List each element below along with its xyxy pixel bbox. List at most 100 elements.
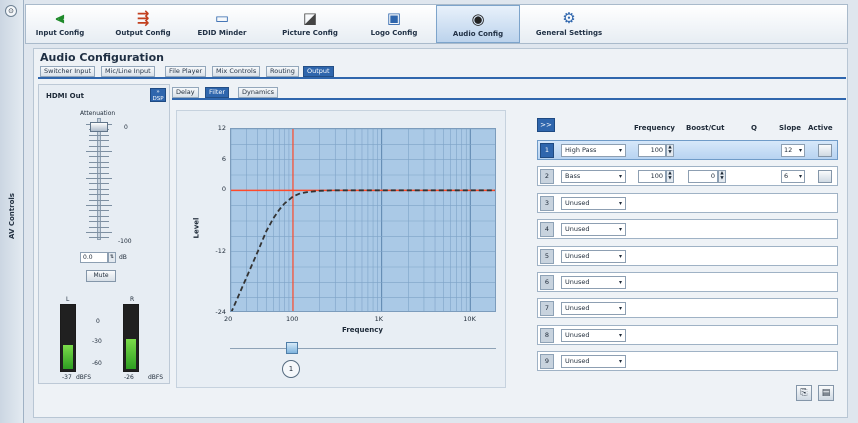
dropdown-arrow-icon: ▾ [618, 358, 622, 366]
band-type-select[interactable]: Bass ▾ [561, 170, 626, 184]
band-type-value: Unused [565, 357, 590, 366]
dropdown-arrow-icon: ▾ [618, 252, 622, 260]
toolbar-input-config[interactable]: ⫷ Input Config [30, 5, 90, 43]
speaker-icon: ◉ [471, 10, 485, 28]
frequency-spinner[interactable]: ▲ ▼ [666, 170, 674, 184]
fader-tick [89, 188, 109, 190]
filter-band-row[interactable]: 8 Unused ▾ [537, 324, 838, 345]
band-active-toggle[interactable] [818, 170, 832, 184]
fader-tick [89, 156, 109, 158]
band-number[interactable]: 1 [540, 143, 554, 158]
fader-tick [86, 205, 112, 206]
fader-tick [86, 232, 112, 233]
filter-band-row[interactable]: 7 Unused ▾ [537, 298, 838, 319]
toolbar-edid-minder[interactable]: ▭ EDID Minder [192, 5, 252, 43]
band-number[interactable]: 8 [540, 327, 554, 343]
header-active: Active [808, 124, 833, 132]
copy-icon[interactable]: ⎘ [796, 385, 812, 401]
y-tick-label: -24 [215, 308, 226, 316]
band-slider-handle[interactable] [286, 342, 298, 354]
band-type-value: Bass [565, 172, 581, 181]
meter-left-fill [63, 345, 73, 369]
band-boost-input[interactable]: 0 [688, 170, 718, 184]
band-frequency-input[interactable]: 100 [638, 170, 666, 184]
filter-band-row[interactable]: 1 High Pass ▾ 100 ▲ ▼ 12 ▾ [537, 140, 838, 160]
attenuation-input[interactable]: 0.0 [80, 252, 108, 263]
frequency-response-graph[interactable] [230, 128, 496, 312]
toolbar-audio-config[interactable]: ◉ Audio Config [436, 5, 520, 43]
band-type-select[interactable]: Unused ▾ [561, 302, 626, 316]
toolbar-label: EDID Minder [197, 29, 247, 37]
picture-icon: ◪ [302, 9, 318, 27]
band-type-select[interactable]: Unused ▾ [561, 249, 626, 263]
dsp-button[interactable]: » DSP [150, 88, 166, 102]
band-number[interactable]: 4 [540, 222, 554, 238]
boost-spinner[interactable]: ▲ ▼ [718, 170, 726, 184]
band-number[interactable]: 2 [540, 169, 554, 185]
tab-switcher-input[interactable]: Switcher Input [40, 66, 96, 77]
toolbar-picture-config[interactable]: ◪ Picture Config [278, 5, 342, 43]
filter-band-row[interactable]: 2 Bass ▾ 100 ▲ ▼ 0 ▲ ▼ 6 ▾ [537, 166, 838, 187]
band-type-select[interactable]: Unused ▾ [561, 276, 626, 289]
tab-file-player[interactable]: File Player [165, 66, 207, 77]
tab-output[interactable]: Output [303, 66, 334, 77]
mute-button[interactable]: Mute [86, 270, 116, 282]
fader-scale-bottom: -100 [118, 238, 132, 245]
filter-band-row[interactable]: 9 Unused ▾ [537, 351, 838, 372]
band-frequency-input[interactable]: 100 [638, 144, 666, 157]
tab-routing[interactable]: Routing [266, 66, 299, 77]
band-type-select[interactable]: Unused ▾ [561, 355, 626, 369]
band-type-select[interactable]: Unused ▾ [561, 223, 626, 237]
band-type-select[interactable]: High Pass ▾ [561, 144, 626, 157]
band-type-select[interactable]: Unused ▾ [561, 196, 626, 210]
tab-mix-controls[interactable]: Mix Controls [212, 66, 261, 77]
fader-tick [86, 151, 112, 152]
y-tick-label: 12 [217, 124, 226, 132]
band-type-value: Unused [565, 330, 590, 339]
dropdown-arrow-icon: ▾ [798, 173, 802, 181]
band-slope-value: 12 [784, 146, 793, 154]
tab-filter[interactable]: Filter [205, 87, 230, 98]
band-marker-circle[interactable]: 1 [282, 360, 300, 378]
paste-icon[interactable]: ▤ [818, 385, 834, 401]
expand-bands-button[interactable]: >> [537, 118, 555, 132]
tab-dynamics[interactable]: Dynamics [238, 87, 279, 98]
toolbar-label: Logo Config [370, 29, 418, 37]
toolbar-general-settings[interactable]: ⚙ General Settings [534, 5, 604, 43]
fader-tick [89, 134, 109, 136]
band-number[interactable]: 9 [540, 354, 554, 370]
toolbar-label: General Settings [535, 29, 603, 37]
band-number[interactable]: 6 [540, 275, 554, 290]
attenuation-spinner[interactable]: ⇅ [108, 252, 116, 263]
toolbar-logo-config[interactable]: ▣ Logo Config [366, 5, 422, 43]
y-tick-label: -12 [215, 246, 226, 255]
tab-delay[interactable]: Delay [172, 87, 199, 98]
frequency-spinner[interactable]: ▲ ▼ [666, 144, 674, 157]
tab-mic-line-input[interactable]: Mic/Line Input [101, 66, 155, 77]
filter-band-row[interactable]: 3 Unused ▾ [537, 192, 838, 213]
band-active-toggle[interactable] [818, 144, 832, 157]
dropdown-arrow-icon: ▾ [618, 147, 622, 154]
collapse-toggle-icon[interactable]: ⊙ [5, 5, 17, 17]
fader-tick [89, 183, 109, 185]
toolbar-output-config[interactable]: ⇶ Output Config [110, 5, 176, 43]
dropdown-arrow-icon: ▾ [618, 305, 622, 313]
output-title: HDMI Out [46, 92, 84, 100]
band-slope-select[interactable]: 12 ▾ [781, 144, 805, 157]
band-number[interactable]: 3 [540, 195, 554, 211]
band-type-select[interactable]: Unused ▾ [561, 328, 626, 342]
band-number[interactable]: 7 [540, 301, 554, 317]
logo-icon: ▣ [386, 9, 402, 27]
fader-tick [89, 140, 109, 142]
band-type-value: Unused [565, 278, 590, 286]
tab-underline [38, 77, 846, 79]
filter-band-row[interactable]: 5 Unused ▾ [537, 245, 838, 266]
filter-band-row[interactable]: 4 Unused ▾ [537, 219, 838, 240]
fader-tick [89, 161, 109, 163]
fader-tick [89, 145, 109, 147]
toolbar-label: Input Config [35, 29, 85, 37]
attenuation-fader-handle[interactable] [90, 122, 108, 132]
band-number[interactable]: 5 [540, 248, 554, 264]
band-slope-select[interactable]: 6 ▾ [781, 170, 805, 184]
filter-band-row[interactable]: 6 Unused ▾ [537, 272, 838, 292]
